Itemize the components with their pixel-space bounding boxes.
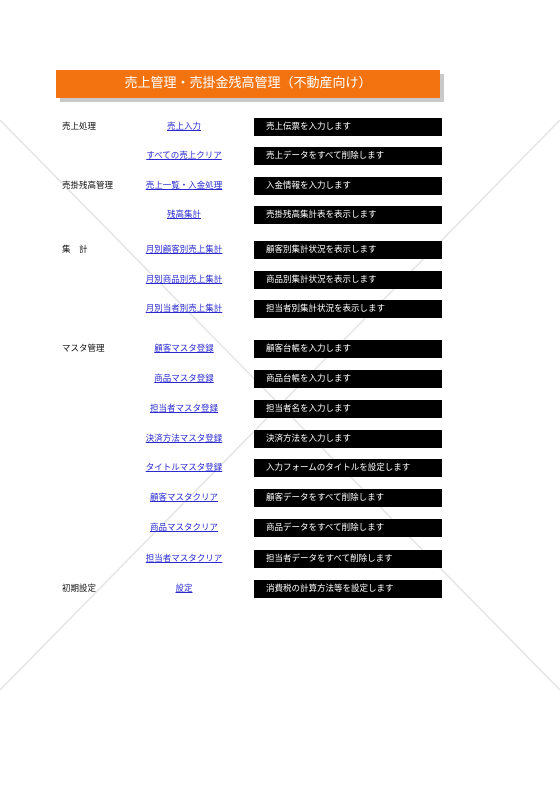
payment-method-master-entry-link[interactable]: 決済方法マスタ登録	[132, 430, 236, 448]
balance-totals-link[interactable]: 残高集計	[132, 206, 236, 224]
section-label-sales: 売上処理	[62, 122, 97, 132]
section-label-receivables: 売掛残高管理	[62, 181, 114, 191]
section-label-totals: 集 計	[62, 245, 88, 255]
product-master-clear-link[interactable]: 商品マスタクリア	[132, 519, 236, 537]
payment-method-master-entry-description: 決済方法を入力します	[254, 430, 442, 448]
product-master-clear-description: 商品データをすべて削除します	[254, 519, 442, 537]
staff-master-entry-link[interactable]: 担当者マスタ登録	[132, 400, 236, 418]
staff-master-clear-description: 担当者データをすべて削除します	[254, 550, 442, 568]
monthly-staff-sales-description: 担当者別集計状況を表示します	[254, 300, 442, 318]
staff-master-entry-description: 担当者名を入力します	[254, 400, 442, 418]
title-master-entry-description: 入力フォームのタイトルを設定します	[254, 459, 442, 477]
monthly-staff-sales-link[interactable]: 月別当者別売上集計	[132, 300, 236, 318]
monthly-product-sales-description: 商品別集計状況を表示します	[254, 271, 442, 289]
clear-all-sales-description: 売上データをすべて削除します	[254, 147, 442, 165]
sales-list-payment-description: 入金情報を入力します	[254, 177, 442, 195]
clear-all-sales-link[interactable]: すべての売上クリア	[132, 147, 236, 165]
settings-description: 消費税の計算方法等を設定します	[254, 580, 442, 598]
monthly-product-sales-link[interactable]: 月別商品別売上集計	[132, 271, 236, 289]
settings-link[interactable]: 設定	[132, 580, 236, 598]
customer-master-entry-link[interactable]: 顧客マスタ登録	[132, 340, 236, 358]
product-master-entry-description: 商品台帳を入力します	[254, 370, 442, 388]
section-label-initial-settings: 初期設定	[62, 584, 97, 594]
sales-list-payment-link[interactable]: 売上一覧・入金処理	[132, 177, 236, 195]
balance-totals-description: 売掛残高集計表を表示します	[254, 206, 442, 224]
section-label-master: マスタ管理	[62, 344, 105, 354]
sales-entry-link[interactable]: 売上入力	[132, 118, 236, 136]
customer-master-entry-description: 顧客台帳を入力します	[254, 340, 442, 358]
staff-master-clear-link[interactable]: 担当者マスタクリア	[132, 550, 236, 568]
customer-master-clear-description: 顧客データをすべて削除します	[254, 489, 442, 507]
sales-entry-description: 売上伝票を入力します	[254, 118, 442, 136]
monthly-customer-sales-link[interactable]: 月別顧客別売上集計	[132, 241, 236, 259]
title-master-entry-link[interactable]: タイトルマスタ登録	[132, 459, 236, 477]
customer-master-clear-link[interactable]: 顧客マスタクリア	[132, 489, 236, 507]
monthly-customer-sales-description: 顧客別集計状況を表示します	[254, 241, 442, 259]
page-title: 売上管理・売掛金残高管理（不動産向け）	[56, 70, 440, 98]
product-master-entry-link[interactable]: 商品マスタ登録	[132, 370, 236, 388]
